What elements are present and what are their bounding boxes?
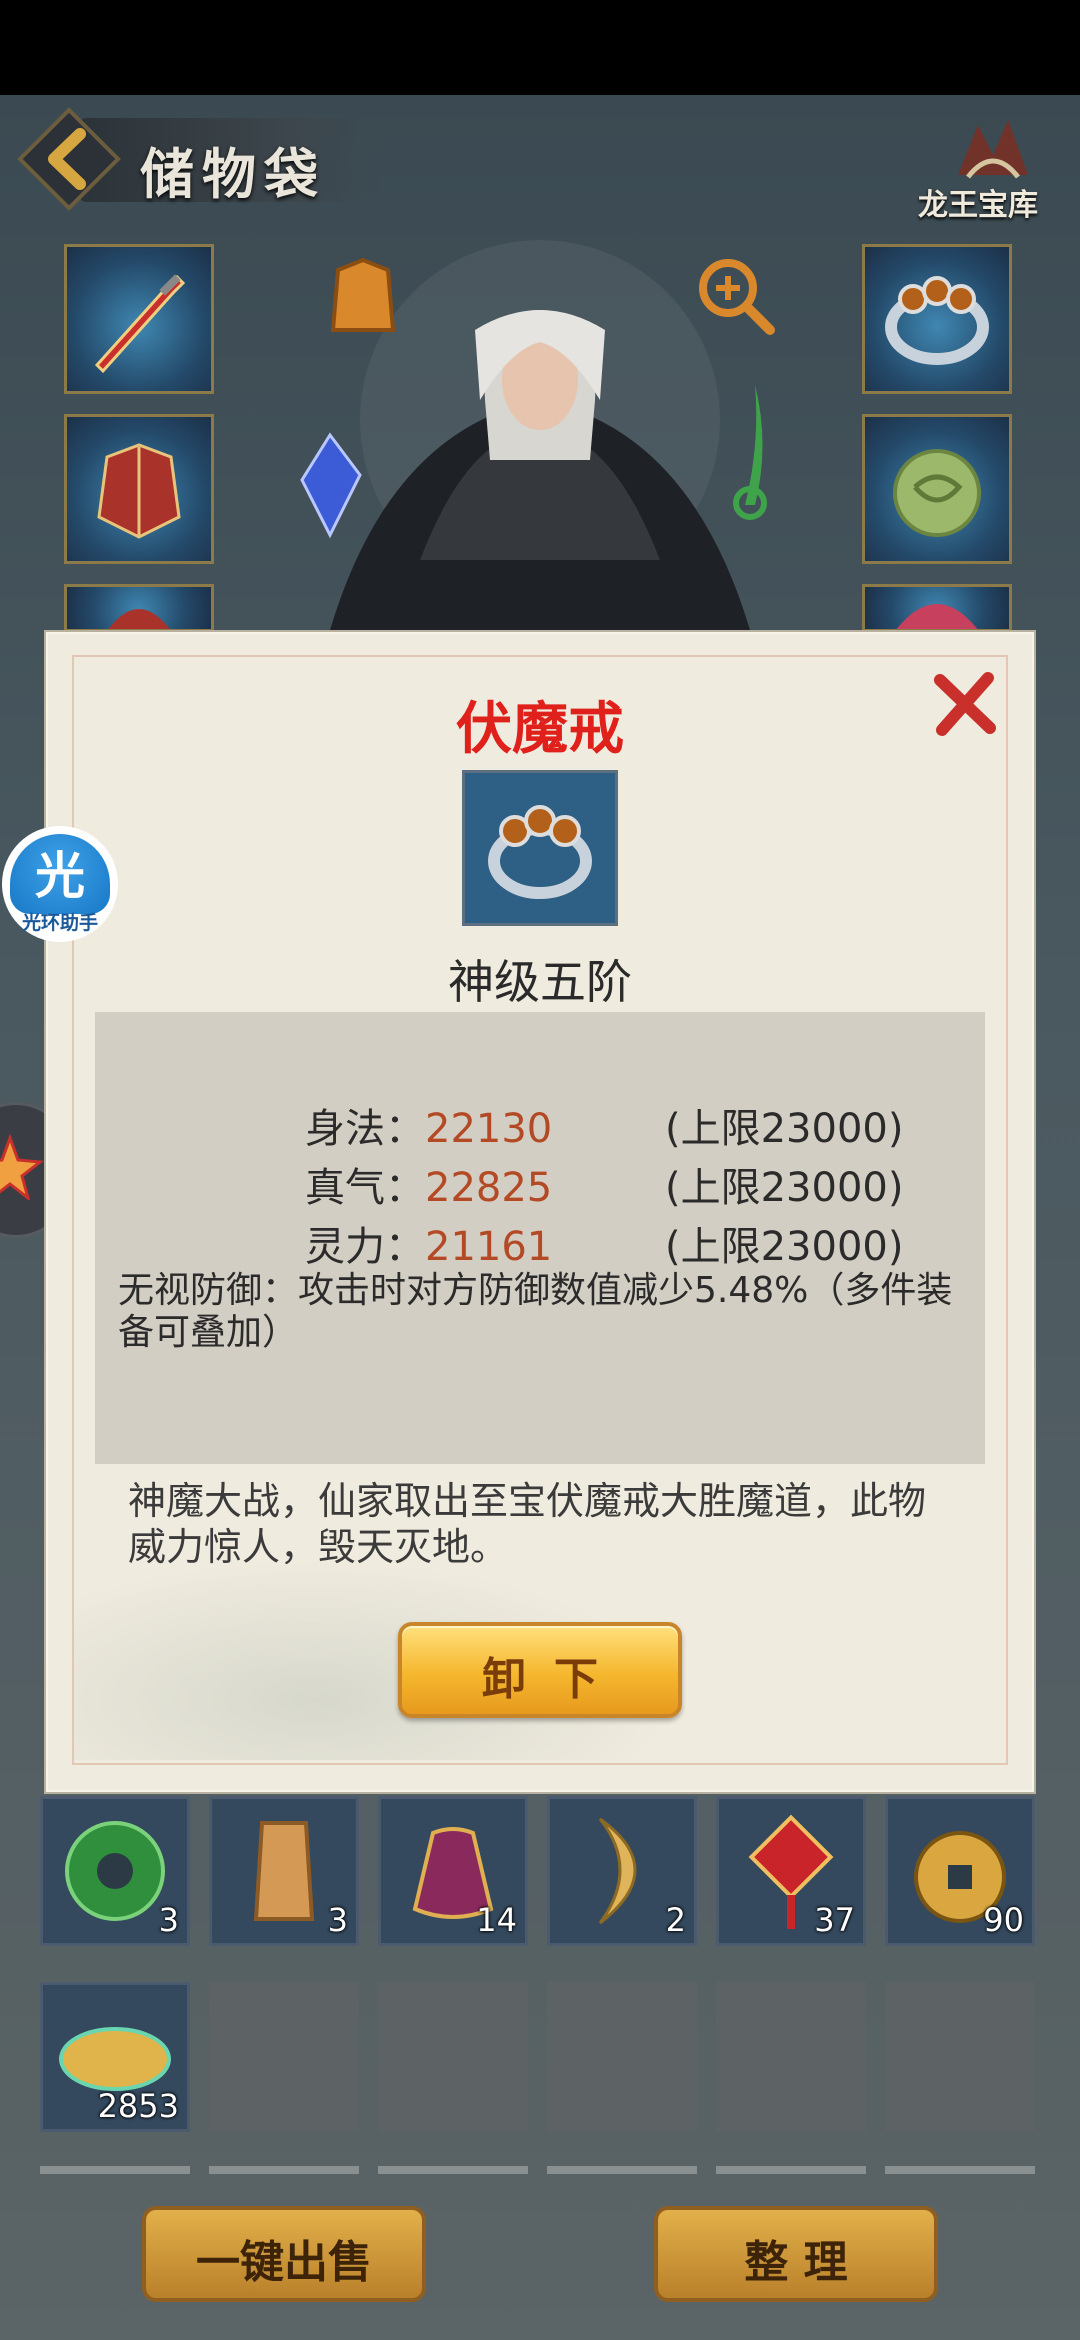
jade-pendant-icon bbox=[893, 449, 981, 537]
inventory-slot-empty[interactable] bbox=[209, 1982, 359, 2132]
item-quantity: 3 bbox=[327, 1901, 348, 1939]
equip-slot-weapon[interactable] bbox=[64, 244, 214, 394]
crystal-icon[interactable] bbox=[290, 430, 370, 540]
back-arrow-icon[interactable] bbox=[14, 104, 124, 214]
partial-slot bbox=[378, 2166, 528, 2174]
ring-icon bbox=[465, 773, 615, 923]
equip-slot-helmet[interactable] bbox=[64, 584, 214, 632]
orb-icon bbox=[896, 604, 978, 629]
inventory-slot[interactable]: 2 bbox=[547, 1796, 697, 1946]
close-icon[interactable] bbox=[930, 670, 1000, 740]
stat-cap: (上限23000) bbox=[665, 1106, 904, 1152]
ring-icon bbox=[885, 276, 989, 365]
inventory-slot[interactable]: 3 bbox=[40, 1796, 190, 1946]
partial-slot bbox=[209, 2166, 359, 2174]
armor-icon bbox=[97, 443, 181, 539]
partial-slot bbox=[716, 2166, 866, 2174]
inventory-slot-empty[interactable] bbox=[716, 1982, 866, 2132]
item-quantity: 37 bbox=[814, 1901, 855, 1939]
equip-slot-pendant[interactable] bbox=[862, 414, 1012, 564]
inventory-slot-empty[interactable] bbox=[378, 1982, 528, 2132]
inventory-slot-empty[interactable] bbox=[547, 1982, 697, 2132]
inventory-slot[interactable]: 90 bbox=[885, 1796, 1035, 1946]
stat-row: 灵力：21161 (上限23000) bbox=[305, 1214, 903, 1272]
item-quantity: 2 bbox=[665, 1901, 686, 1939]
inventory-slot[interactable]: 3 bbox=[209, 1796, 359, 1946]
aura-helper-label: 光环助手 bbox=[21, 912, 98, 934]
star-icon bbox=[0, 1134, 44, 1200]
equip-slot-ring[interactable] bbox=[862, 244, 1012, 394]
zoom-in-icon[interactable] bbox=[690, 250, 780, 340]
stat-label: 真气： bbox=[305, 1165, 425, 1211]
inventory-slot[interactable]: 37 bbox=[716, 1796, 866, 1946]
sort-label: 整 理 bbox=[744, 2237, 848, 2288]
item-grade: 神级五阶 bbox=[448, 955, 632, 1009]
jade-sword-icon[interactable] bbox=[715, 385, 785, 535]
equip-slot-orb[interactable] bbox=[862, 584, 1012, 632]
page-title: 储物袋 bbox=[140, 142, 326, 206]
item-quantity: 14 bbox=[476, 1901, 517, 1939]
partial-slot bbox=[40, 2166, 190, 2174]
item-quantity: 3 bbox=[158, 1901, 179, 1939]
stat-cap: (上限23000) bbox=[665, 1224, 904, 1270]
sell-all-label: 一键出售 bbox=[196, 2237, 372, 2288]
special-effect: 无视防御：攻击时对方防御数值减少5.48%（多件装备可叠加） bbox=[118, 1270, 953, 1353]
item-quantity: 2853 bbox=[97, 2087, 179, 2125]
equip-slot-armor[interactable] bbox=[64, 414, 214, 564]
item-icon-frame bbox=[462, 770, 618, 926]
unequip-label: 卸下 bbox=[482, 1654, 626, 1705]
treasury-label[interactable]: 龙王宝库 bbox=[918, 180, 1038, 224]
item-name: 伏魔戒 bbox=[456, 697, 624, 762]
stat-cap: (上限23000) bbox=[665, 1165, 904, 1211]
aura-helper-glyph: 光 bbox=[35, 847, 85, 905]
stat-value: 21161 bbox=[425, 1224, 553, 1270]
stat-value: 22825 bbox=[425, 1165, 553, 1211]
sword-icon bbox=[94, 274, 186, 374]
stat-value: 22130 bbox=[425, 1106, 553, 1152]
stat-label: 灵力： bbox=[305, 1224, 425, 1270]
partial-slot bbox=[885, 2166, 1035, 2174]
stat-row: 身法：22130 (上限23000) bbox=[305, 1096, 903, 1154]
stat-row: 真气：22825 (上限23000) bbox=[305, 1155, 903, 1213]
item-quantity: 90 bbox=[983, 1901, 1024, 1939]
helmet-icon bbox=[108, 609, 170, 629]
stat-label: 身法： bbox=[305, 1106, 425, 1152]
costume-icon[interactable] bbox=[318, 250, 408, 340]
inventory-slot-empty[interactable] bbox=[885, 1982, 1035, 2132]
inventory-slot[interactable]: 14 bbox=[378, 1796, 528, 1946]
inventory-slot[interactable]: 2853 bbox=[40, 1982, 190, 2132]
partial-slot bbox=[547, 2166, 697, 2174]
item-lore: 神魔大战，仙家取出至宝伏魔戒大胜魔道，此物威力惊人，毁天灭地。 bbox=[128, 1479, 927, 1569]
